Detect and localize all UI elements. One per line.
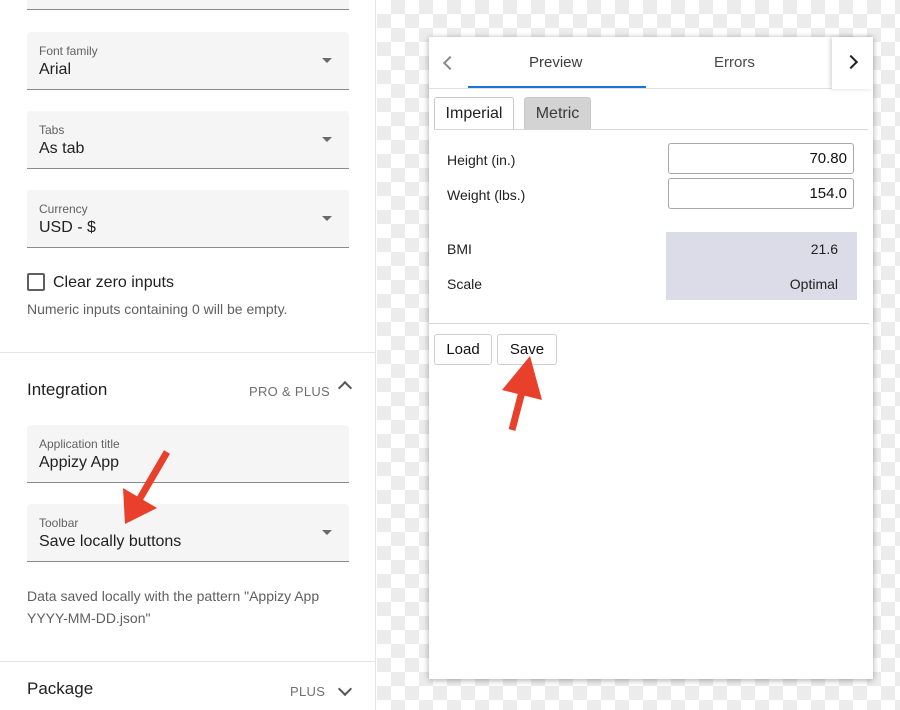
currency-select[interactable]: Currency USD - $: [27, 190, 349, 248]
integration-section-title[interactable]: Integration: [27, 380, 107, 400]
chevron-right-icon: [843, 54, 859, 70]
app-preview-frame: Preview Errors Imperial Metric Height (i…: [429, 37, 873, 679]
section-divider: [0, 661, 375, 662]
package-section-title[interactable]: Package: [27, 679, 93, 699]
toolbar-select[interactable]: Toolbar Save locally buttons: [27, 504, 349, 562]
clear-zero-checkbox[interactable]: [27, 273, 45, 291]
section-divider: [0, 352, 375, 353]
font-family-select[interactable]: Font family Arial: [27, 32, 349, 90]
subtab-divider: [434, 129, 868, 130]
settings-panel: Font family Arial Tabs As tab Currency U…: [0, 0, 376, 710]
currency-label: Currency: [39, 202, 88, 216]
expand-chevron-icon[interactable]: [337, 681, 353, 697]
bmi-value: 21.6: [810, 241, 838, 257]
save-button[interactable]: Save: [497, 334, 557, 365]
toolbar-value: Save locally buttons: [39, 533, 182, 550]
chevron-left-icon[interactable]: [442, 55, 458, 71]
tabs-select[interactable]: Tabs As tab: [27, 111, 349, 169]
tab-imperial[interactable]: Imperial: [434, 97, 514, 129]
bmi-label: BMI: [447, 241, 472, 257]
scale-label: Scale: [447, 276, 483, 292]
collapse-chevron-icon[interactable]: [337, 380, 353, 396]
clear-zero-helper: Numeric inputs containing 0 will be empt…: [27, 301, 288, 317]
application-title-value: Appizy App: [39, 454, 120, 471]
weight-label: Weight (lbs.): [447, 187, 526, 203]
font-family-label: Font family: [39, 44, 98, 58]
dropdown-caret-icon: [322, 58, 332, 63]
dropdown-caret-icon: [322, 216, 332, 221]
package-plan-badge: PLUS: [290, 684, 326, 699]
preview-tab-bar: Preview Errors: [429, 37, 873, 89]
tab-errors[interactable]: Errors: [714, 54, 755, 71]
weight-input[interactable]: [668, 178, 854, 209]
scroll-right-button[interactable]: [832, 37, 873, 89]
active-tab-indicator: [468, 86, 646, 88]
toolbar-divider: [429, 323, 869, 324]
toolbar-helper-line1: Data saved locally with the pattern "App…: [27, 588, 320, 604]
tab-preview[interactable]: Preview: [529, 54, 582, 71]
application-title-label: Application title: [39, 437, 120, 451]
font-family-value: Arial: [39, 61, 72, 78]
dropdown-caret-icon: [322, 530, 332, 535]
output-panel: 21.6 Optimal: [666, 232, 857, 300]
height-input[interactable]: [668, 143, 854, 174]
tabs-label: Tabs: [39, 123, 65, 137]
height-label: Height (in.): [447, 152, 516, 168]
toolbar-helper-line2: YYYY-MM-DD.json": [27, 610, 151, 626]
dropdown-caret-icon: [322, 137, 332, 142]
toolbar-label: Toolbar: [39, 516, 79, 530]
currency-value: USD - $: [39, 219, 96, 236]
tab-metric[interactable]: Metric: [524, 97, 591, 129]
scale-value: Optimal: [789, 276, 838, 292]
application-title-field[interactable]: Application title Appizy App: [27, 425, 349, 483]
clear-zero-label[interactable]: Clear zero inputs: [53, 274, 174, 292]
load-button[interactable]: Load: [434, 334, 492, 365]
previous-field[interactable]: [27, 0, 349, 10]
integration-plan-badge: PRO & PLUS: [249, 384, 331, 399]
tabs-value: As tab: [39, 140, 85, 157]
